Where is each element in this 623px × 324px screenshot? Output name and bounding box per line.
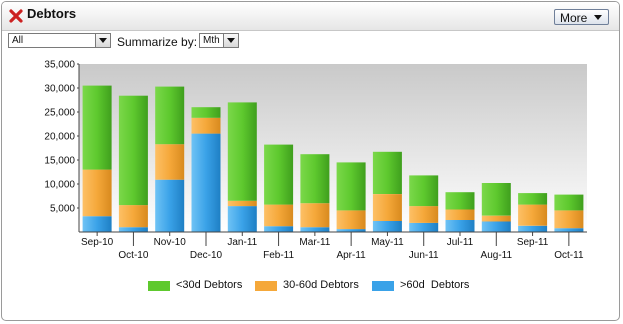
x-tick-label: Dec-10 [190, 250, 223, 261]
x-tick-label: Feb-11 [263, 250, 294, 261]
bar-segment-30-60[interactable] [264, 204, 294, 227]
bar-segment-30-60[interactable] [336, 210, 366, 230]
x-tick-label: Apr-11 [336, 250, 366, 261]
bar-segment-lt30[interactable] [554, 194, 584, 211]
x-tick-label: Sep-11 [517, 237, 549, 248]
x-tick-label: Sep-10 [81, 237, 114, 248]
bar-segment-gt60[interactable] [518, 225, 548, 232]
x-tick-label: Jul-11 [447, 237, 474, 248]
legend-label: >60d Debtors [400, 279, 470, 291]
x-tick-label: Oct-10 [118, 250, 148, 261]
bar-segment-gt60[interactable] [227, 206, 257, 232]
bar-segment-30-60[interactable] [481, 215, 511, 222]
bar-segment-lt30[interactable] [82, 85, 112, 170]
y-tick-label: 10,000 [44, 180, 75, 191]
bar-segment-lt30[interactable] [481, 183, 511, 216]
debtors-chart: 5,000 10,000 15,000 20,000 25,000 30,000 35,00… [44, 60, 587, 261]
bar-segment-gt60[interactable] [155, 179, 185, 232]
bar-segment-lt30[interactable] [155, 86, 185, 145]
bar-segment-30-60[interactable] [118, 205, 148, 228]
legend-swatch [255, 281, 277, 291]
bar-segment-lt30[interactable] [264, 144, 294, 205]
bar-segment-30-60[interactable] [300, 203, 330, 228]
y-tick-label: 20,000 [44, 132, 75, 143]
bar-segment-gt60[interactable] [409, 222, 439, 232]
y-tick-label: 25,000 [44, 108, 75, 119]
bar-segment-30-60[interactable] [409, 206, 439, 223]
y-axis: 5,000 10,000 15,000 20,000 25,000 30,000 35,00… [44, 60, 79, 215]
bar-segment-lt30[interactable] [118, 95, 148, 206]
x-tick-label: Mar-11 [299, 237, 330, 248]
bar-segment-lt30[interactable] [409, 175, 439, 207]
bar-segment-30-60[interactable] [155, 144, 185, 180]
legend-swatch [372, 281, 394, 291]
x-tick-label: Aug-11 [481, 250, 513, 261]
x-tick-label: Oct-11 [554, 250, 584, 261]
bar-segment-gt60[interactable] [372, 221, 402, 232]
bar-segment-lt30[interactable] [300, 154, 330, 204]
bar-segment-gt60[interactable] [300, 227, 330, 232]
bar-segment-30-60[interactable] [554, 210, 584, 229]
bar-segment-gt60[interactable] [191, 133, 221, 232]
x-tick-label: Nov-10 [154, 237, 187, 248]
bar-segment-30-60[interactable] [518, 204, 548, 226]
y-tick-label: 15,000 [44, 156, 75, 167]
y-tick-label: 30,000 [44, 84, 75, 95]
bar-segment-lt30[interactable] [372, 151, 402, 194]
bar-segment-30-60[interactable] [227, 200, 257, 207]
bar-segment-30-60[interactable] [372, 194, 402, 221]
x-tick-label: Jan-11 [227, 237, 257, 248]
x-tick-label: Jun-11 [409, 250, 439, 261]
bar-segment-lt30[interactable] [227, 102, 257, 201]
y-tick-label: 35,000 [44, 60, 75, 71]
x-axis: Sep-10 Oct-10 Nov-10Dec-10 Jan-11 Feb-11 Mar-… [81, 232, 584, 261]
bar-segment-gt60[interactable] [445, 220, 475, 232]
bar-segment-gt60[interactable] [118, 227, 148, 232]
legend-label: 30-60d Debtors [283, 279, 359, 291]
x-tick-label: May-11 [371, 237, 404, 248]
bar-segment-30-60[interactable] [191, 117, 221, 134]
bar-segment-lt30[interactable] [191, 107, 221, 118]
bar-segment-lt30[interactable] [518, 193, 548, 205]
bar-segment-gt60[interactable] [82, 216, 112, 232]
legend-label: <30d Debtors [176, 279, 243, 291]
bar-segment-lt30[interactable] [336, 162, 366, 211]
bar-segment-30-60[interactable] [445, 209, 475, 220]
bar-segment-gt60[interactable] [554, 228, 584, 232]
bar-segment-gt60[interactable] [264, 226, 294, 232]
y-tick-label: 5,000 [50, 204, 75, 215]
bar-segment-30-60[interactable] [82, 169, 112, 217]
bar-segment-lt30[interactable] [445, 192, 475, 210]
legend-swatch [148, 281, 170, 291]
bar-segment-gt60[interactable] [481, 221, 511, 232]
